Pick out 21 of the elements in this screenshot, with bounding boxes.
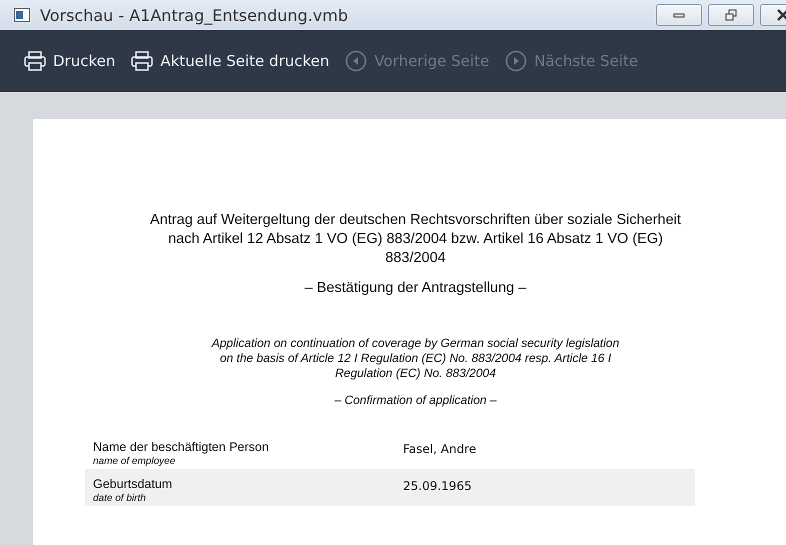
field-label-english: date of birth (93, 493, 147, 504)
field-label-english: name of employee (93, 456, 176, 467)
field-value: 25.09.1965 (402, 478, 472, 495)
field-label: Name der beschäftigten Person (93, 440, 270, 454)
document-heading: Antrag auf Weitergeltung der deutschen Rechtsvorschriften über soziale Sicherheit nach Artikel 12 Absatz 1 VO (EG) 883/2004 bzw. Artikel 16 Absatz 1 VO (EG) 883/2004 (149, 211, 682, 268)
field-value: Fasel, Andre (402, 441, 476, 458)
close-icon (777, 9, 786, 21)
document-subheading: – Bestätigung der Antragstellung – (304, 280, 528, 296)
print-button[interactable]: Drucken (24, 51, 116, 71)
english-heading: Application on continuation of coverage by German social security legislation on the basis of Article 12 I Regulation (EC) No. 883/2004 resp. Article 16 I Regulation (EC) No. 883/2004 (210, 336, 620, 381)
minimize-button[interactable] (656, 4, 702, 26)
print-button[interactable]: Aktuelle Seite drucken (131, 51, 330, 71)
minimize-icon (673, 11, 685, 19)
window-title: Vorschau - A1Antrag_Entsendung.vmb (40, 6, 348, 24)
restore-icon (725, 9, 737, 21)
app-icon (14, 8, 30, 22)
printer-icon (24, 51, 46, 71)
printer-icon (131, 51, 154, 71)
field-label: Geburtsdatum (93, 477, 174, 491)
english-subheading: – Confirmation of application – (333, 393, 498, 407)
restore-button[interactable] (708, 4, 754, 26)
